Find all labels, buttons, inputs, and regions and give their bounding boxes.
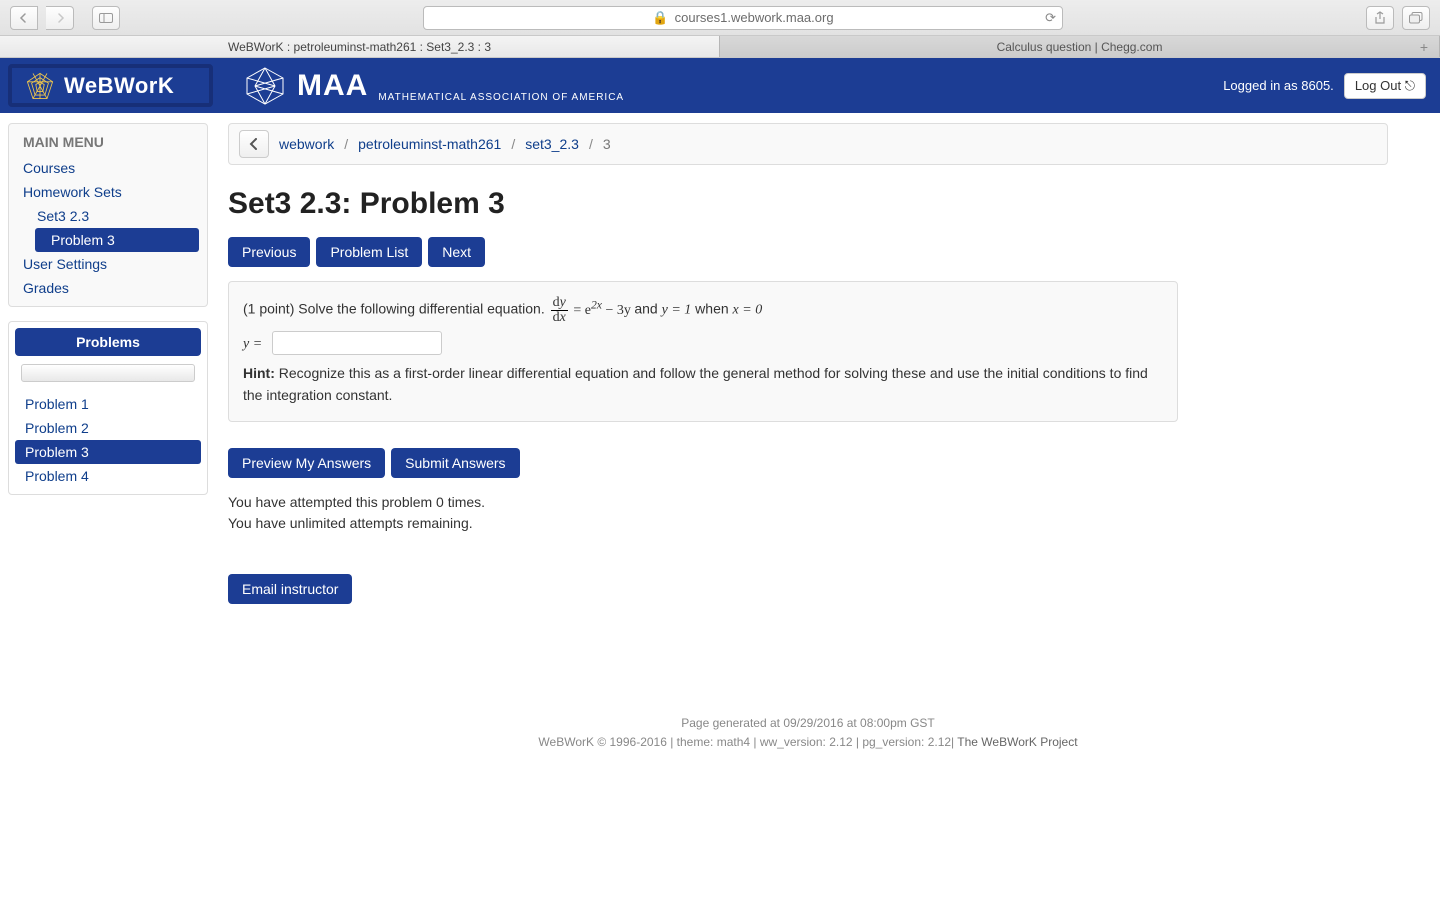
problems-link-3[interactable]: Problem 3: [15, 440, 201, 464]
problem-lead: (1 point) Solve the following differenti…: [243, 301, 545, 317]
new-tab-button[interactable]: +: [1412, 36, 1436, 57]
tabs-button[interactable]: [1402, 6, 1430, 30]
page-footer: Page generated at 09/29/2016 at 08:00pm …: [228, 714, 1388, 752]
hint-text: Recognize this as a first-order linear d…: [243, 365, 1148, 403]
breadcrumb-back-button[interactable]: [239, 130, 269, 158]
problems-link-4[interactable]: Problem 4: [15, 464, 201, 488]
fraction-dy-dx: dy dx: [551, 296, 568, 325]
footer-project-link[interactable]: The WeBWorK Project: [957, 735, 1077, 749]
brand-logo[interactable]: WeBWorK: [8, 64, 213, 107]
maa-logo: MAA MATHEMATICAL ASSOCIATION OF AMERICA: [243, 58, 624, 113]
hint-label: Hint:: [243, 365, 275, 381]
submit-answers-button[interactable]: Submit Answers: [391, 448, 519, 478]
answer-input[interactable]: [272, 331, 442, 355]
crumb-course[interactable]: petroleuminst-math261: [358, 136, 501, 152]
sidebar-item-problem-current[interactable]: Problem 3: [35, 228, 199, 252]
address-bar[interactable]: 🔒 courses1.webwork.maa.org ⟳: [423, 6, 1063, 30]
share-button[interactable]: [1366, 6, 1394, 30]
sidebar-item-set[interactable]: Set3 2.3: [9, 204, 207, 228]
address-text: courses1.webwork.maa.org: [675, 10, 834, 25]
nav-forward-button[interactable]: [46, 6, 74, 30]
attempts-count: You have attempted this problem 0 times.: [228, 492, 1388, 513]
page-title: Set3 2.3: Problem 3: [228, 187, 1388, 221]
progress-bar: [21, 364, 195, 382]
problems-panel-title: Problems: [15, 328, 201, 356]
sidebar-item-courses[interactable]: Courses: [9, 156, 207, 180]
crumb-webwork[interactable]: webwork: [279, 136, 334, 152]
app-header: WeBWorK MAA MATHEMATICAL ASSOCIATION OF …: [0, 58, 1440, 113]
main-content: webwork / petroleuminst-math261 / set3_2…: [228, 123, 1388, 752]
logout-button[interactable]: Log Out ⎋: [1344, 73, 1426, 99]
tab-strip: WeBWorK : petroleuminst-math261 : Set3_2…: [0, 36, 1440, 58]
browser-tab-chegg[interactable]: Calculus question | Chegg.com: [720, 36, 1440, 57]
preview-answers-button[interactable]: Preview My Answers: [228, 448, 385, 478]
sidebar-item-homework-sets[interactable]: Homework Sets: [9, 180, 207, 204]
attempts-remaining: You have unlimited attempts remaining.: [228, 513, 1388, 534]
logged-in-text: Logged in as 8605.: [1223, 78, 1334, 93]
next-button[interactable]: Next: [428, 237, 485, 267]
breadcrumb: webwork / petroleuminst-math261 / set3_2…: [228, 123, 1388, 165]
problem-body: (1 point) Solve the following differenti…: [228, 281, 1178, 422]
sidebar-toggle-button[interactable]: [92, 6, 120, 30]
footer-generated: Page generated at 09/29/2016 at 08:00pm …: [228, 714, 1388, 733]
previous-button[interactable]: Previous: [228, 237, 310, 267]
browser-toolbar: 🔒 courses1.webwork.maa.org ⟳: [0, 0, 1440, 36]
main-menu: MAIN MENU Courses Homework Sets Set3 2.3…: [8, 123, 208, 307]
problems-link-1[interactable]: Problem 1: [15, 392, 201, 416]
icosahedron-icon: [243, 66, 287, 106]
problems-link-2[interactable]: Problem 2: [15, 416, 201, 440]
reload-icon[interactable]: ⟳: [1045, 10, 1056, 26]
maa-subtitle: MATHEMATICAL ASSOCIATION OF AMERICA: [378, 92, 624, 103]
brand-text: WeBWorK: [64, 73, 174, 99]
answer-label: y =: [243, 337, 262, 352]
spiderweb-icon: [26, 72, 54, 100]
sidebar-item-grades[interactable]: Grades: [9, 276, 207, 300]
crumb-current: 3: [603, 136, 611, 152]
maa-text: MAA: [297, 69, 368, 103]
crumb-set[interactable]: set3_2.3: [525, 136, 579, 152]
lock-icon: 🔒: [652, 10, 668, 26]
problems-panel: Problems Problem 1 Problem 2 Problem 3 P…: [8, 321, 208, 495]
chevron-left-icon: [249, 138, 259, 150]
logout-icon: ⎋: [1405, 78, 1415, 93]
sidebar-item-user-settings[interactable]: User Settings: [9, 252, 207, 276]
problem-list-button[interactable]: Problem List: [316, 237, 422, 267]
main-menu-title: MAIN MENU: [9, 130, 207, 156]
nav-back-button[interactable]: [10, 6, 38, 30]
email-instructor-button[interactable]: Email instructor: [228, 574, 352, 604]
browser-tab-webwork[interactable]: WeBWorK : petroleuminst-math261 : Set3_2…: [0, 36, 720, 57]
